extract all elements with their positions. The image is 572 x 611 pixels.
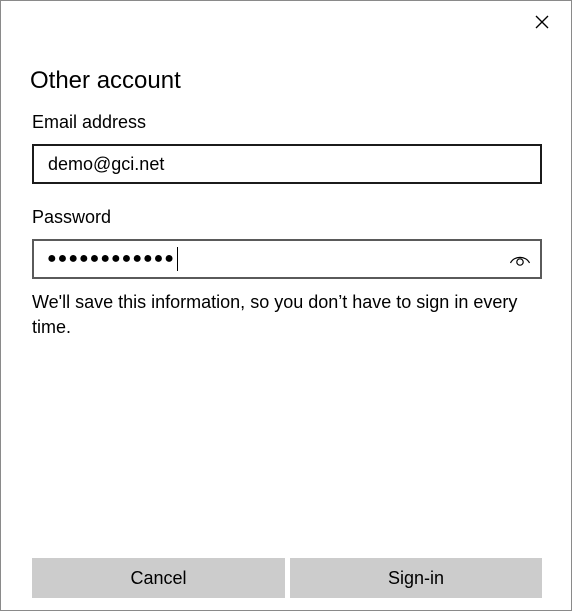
save-info-text: We'll save this information, so you don’… xyxy=(32,292,518,337)
password-label: Password xyxy=(32,207,112,227)
email-field[interactable]: demo@gci.net xyxy=(32,144,542,184)
close-button[interactable] xyxy=(529,9,555,35)
text-caret xyxy=(176,247,178,271)
eye-icon xyxy=(509,256,531,266)
other-account-dialog: Other account Email address demo@gci.net… xyxy=(0,0,572,611)
reveal-password-button[interactable] xyxy=(508,249,532,271)
cancel-button[interactable]: Cancel xyxy=(32,558,285,598)
sign-in-button[interactable]: Sign-in xyxy=(290,558,542,598)
dialog-title: Other account xyxy=(30,67,181,94)
email-value: demo@gci.net xyxy=(48,154,165,174)
password-field[interactable]: ●●●●●●●●●●●● xyxy=(32,239,542,279)
email-label: Email address xyxy=(32,112,147,132)
close-icon xyxy=(535,15,549,29)
password-value: ●●●●●●●●●●●● xyxy=(47,250,175,267)
